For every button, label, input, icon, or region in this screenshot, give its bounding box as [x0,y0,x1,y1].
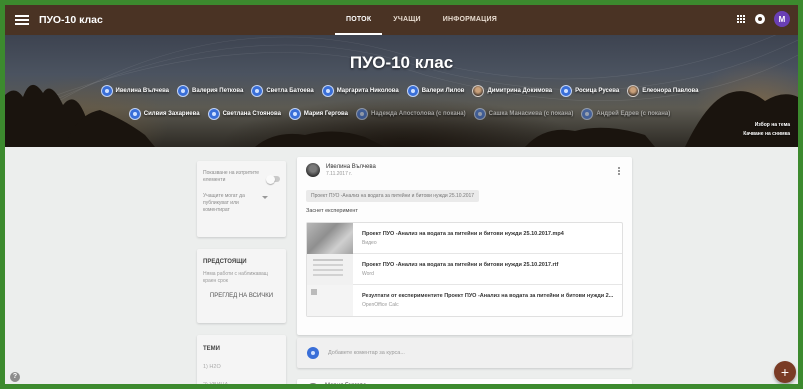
topics-card: ТЕМИ 1) H2O 2) УВИНА [197,335,286,384]
participant[interactable]: Ивелина Вълчева [100,85,169,97]
upcoming-card: ПРЕДСТОЯЩИ Няма работи с наближаващ крае… [197,249,286,323]
participants-row-2: Силвия Захариева Светлана Стоянова Мария… [5,108,798,120]
avatar-icon [355,108,368,120]
select-theme-link[interactable]: Избор на тема [743,121,790,130]
attachment-type: Видео [362,239,377,246]
stream-settings-card: Показване на изтритите елементи Учащите … [197,161,286,237]
stream-post: Ивелина Вълчева 7.11.2017 г. Проект ПУО … [297,157,632,335]
post-text: Заснет експеримент [306,208,358,214]
participant[interactable]: Валери Лилов [406,85,464,97]
tab-about[interactable]: ИНФОРМАЦИЯ [432,5,508,35]
tab-students[interactable]: УЧАЩИ [382,5,432,35]
tab-stream[interactable]: ПОТОК [335,5,383,35]
avatar-icon [560,85,573,97]
attachment-title: Проект ПУО -Анализ на водата за питейни … [362,230,564,237]
participant[interactable]: Мария Гергова [288,108,348,120]
avatar-photo [472,85,485,97]
upcoming-title: ПРЕДСТОЯЩИ [203,259,247,265]
app-window: ПУО-10 клас ПОТОК УЧАЩИ ИНФОРМАЦИЯ M ПУО… [0,0,803,389]
show-deleted-setting: Показване на изтритите елементи [203,170,280,184]
participants-row-1: Ивелина Вълчева Валерия Петкова Светла Б… [5,85,798,97]
class-banner: ПУО-10 клас Ивелина Вълчева Валерия Петк… [5,35,798,147]
avatar-icon [406,85,419,97]
stream-post: Мария Гергова [297,379,632,389]
attachment-title: Резултати от експериментите Проект ПУО -… [362,293,614,299]
author-avatar [306,163,320,177]
attachment-type: Word [362,270,374,277]
post-date: 7.11.2017 г. [326,170,352,177]
participant[interactable]: Елеонора Павлова [627,85,698,97]
top-bar: ПУО-10 клас ПОТОК УЧАЩИ ИНФОРМАЦИЯ M [5,5,798,35]
student-permissions-label: Учащите могат да публикуват или коментир… [203,193,245,213]
participant[interactable]: Росица Русева [560,85,619,97]
avatar-icon [251,85,264,97]
avatar-photo [627,85,640,97]
avatar-icon [473,108,486,120]
class-comment-box[interactable]: Добавете коментар за курса... [297,338,632,368]
attachment-title: Проект ПУО -Анализ на водата за питейни … [362,261,559,268]
topic-item[interactable]: 2) УВИНА [203,382,280,384]
participant[interactable]: Светла Батоева [251,85,314,97]
attachment-item[interactable]: Резултати от експериментите Проект ПУО -… [307,285,622,316]
invited-participant[interactable]: Сашка Манасиева (с покана) [473,108,573,120]
invited-participant[interactable]: Надежда Апостолова (с покана) [355,108,466,120]
invited-participant[interactable]: Андрей Едрев (с покана) [581,108,670,120]
chevron-down-icon[interactable] [262,196,268,199]
tab-bar: ПОТОК УЧАЩИ ИНФОРМАЦИЯ [335,5,508,35]
view-all-link[interactable]: ПРЕГЛЕД НА ВСИЧКИ [203,293,280,299]
upcoming-empty-text: Няма работи с наближаващ краен срок [203,271,268,284]
top-right-actions: M [737,11,790,27]
document-thumbnail [307,253,353,285]
topics-title: ТЕМИ [203,346,220,352]
attachment-item[interactable]: Проект ПУО -Анализ на водата за питейни … [307,253,622,285]
avatar-icon [177,85,190,97]
post-author: Ивелина Вълчева [326,163,376,170]
post-header: Ивелина Вълчева 7.11.2017 г. [306,163,623,177]
participant[interactable]: Валерия Петкова [177,85,243,97]
attachment-type: OpenOffice Calc [362,302,399,308]
avatar-icon [207,108,220,120]
post-author: Мария Гергова [325,383,367,389]
show-deleted-label: Показване на изтритите елементи [203,170,259,183]
show-deleted-toggle[interactable] [266,174,280,184]
avatar-icon [128,108,141,120]
participant[interactable]: Маргарита Николова [321,85,399,97]
banner-theme-links: Избор на тема Качване на снимка [743,121,790,139]
avatar-icon [100,85,113,97]
upload-photo-link[interactable]: Качване на снимка [743,130,790,139]
avatar-icon [288,108,301,120]
account-avatar[interactable]: M [774,11,790,27]
user-avatar-icon [307,347,319,359]
comment-input[interactable]: Добавете коментар за курса... [328,350,405,356]
banner-title: ПУО-10 клас [349,53,454,72]
more-options-icon[interactable] [618,167,620,175]
avatar-icon [321,85,334,97]
attachment-item[interactable]: Проект ПУО -Анализ на водата за питейни … [307,222,622,254]
topic-chip[interactable]: Проект ПУО -Анализ на водата за питейни … [306,190,480,202]
video-thumbnail [307,222,353,254]
add-button[interactable]: + [774,361,796,383]
notifications-icon[interactable] [755,14,765,24]
class-title[interactable]: ПУО-10 клас [39,14,103,26]
menu-icon[interactable] [15,15,29,25]
help-icon[interactable]: ? [10,372,20,382]
student-permissions-setting[interactable]: Учащите могат да публикуват или коментир… [203,193,280,214]
participant[interactable]: Светлана Стоянова [207,108,281,120]
participant[interactable]: Силвия Захариева [128,108,200,120]
author-avatar [307,383,319,384]
topic-item[interactable]: 1) H2O [203,364,280,370]
attachments-list: Проект ПУО -Анализ на водата за питейни … [306,222,623,317]
participant[interactable]: Димитрина Докимова [472,85,552,97]
spreadsheet-thumbnail [307,285,353,316]
apps-icon[interactable] [737,14,746,24]
avatar-icon [581,108,594,120]
